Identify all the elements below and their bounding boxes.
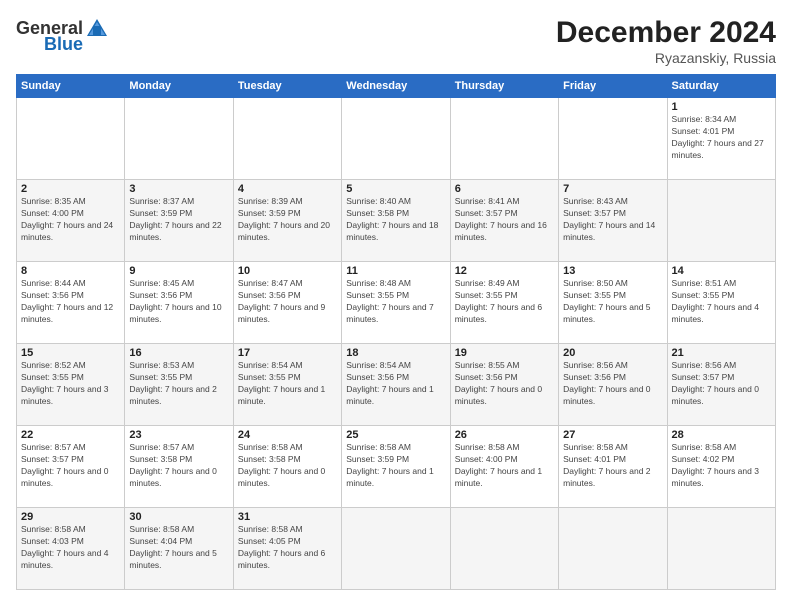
table-row: 24Sunrise: 8:58 AMSunset: 3:58 PMDayligh… (233, 426, 341, 508)
table-row: 14Sunrise: 8:51 AMSunset: 3:55 PMDayligh… (667, 262, 775, 344)
calendar-table: Sunday Monday Tuesday Wednesday Thursday… (16, 74, 776, 590)
table-row: 19Sunrise: 8:55 AMSunset: 3:56 PMDayligh… (450, 344, 558, 426)
table-row: 5Sunrise: 8:40 AMSunset: 3:58 PMDaylight… (342, 180, 450, 262)
logo: General Blue (16, 16, 111, 55)
table-row: 23Sunrise: 8:57 AMSunset: 3:58 PMDayligh… (125, 426, 233, 508)
table-row: 2Sunrise: 8:35 AMSunset: 4:00 PMDaylight… (17, 180, 125, 262)
col-sunday: Sunday (17, 75, 125, 98)
table-row (450, 508, 558, 590)
table-row: 3Sunrise: 8:37 AMSunset: 3:59 PMDaylight… (125, 180, 233, 262)
empty-cell (233, 98, 341, 180)
logo-icon (85, 16, 109, 40)
table-row: 31Sunrise: 8:58 AMSunset: 4:05 PMDayligh… (233, 508, 341, 590)
col-saturday: Saturday (667, 75, 775, 98)
col-tuesday: Tuesday (233, 75, 341, 98)
table-row: 27Sunrise: 8:58 AMSunset: 4:01 PMDayligh… (559, 426, 667, 508)
table-row (667, 508, 775, 590)
table-row: 29Sunrise: 8:58 AMSunset: 4:03 PMDayligh… (17, 508, 125, 590)
table-row: 25Sunrise: 8:58 AMSunset: 3:59 PMDayligh… (342, 426, 450, 508)
table-row: 20Sunrise: 8:56 AMSunset: 3:56 PMDayligh… (559, 344, 667, 426)
table-row: 1Sunrise: 8:34 AMSunset: 4:01 PMDaylight… (667, 98, 775, 180)
table-row: 9Sunrise: 8:45 AMSunset: 3:56 PMDaylight… (125, 262, 233, 344)
table-row (342, 508, 450, 590)
table-row: 15Sunrise: 8:52 AMSunset: 3:55 PMDayligh… (17, 344, 125, 426)
col-monday: Monday (125, 75, 233, 98)
page: General Blue December 2024 Ryazanskiy, R… (0, 0, 792, 612)
table-row: 6Sunrise: 8:41 AMSunset: 3:57 PMDaylight… (450, 180, 558, 262)
empty-cell (342, 98, 450, 180)
table-row: 16Sunrise: 8:53 AMSunset: 3:55 PMDayligh… (125, 344, 233, 426)
table-row (667, 180, 775, 262)
table-row: 11Sunrise: 8:48 AMSunset: 3:55 PMDayligh… (342, 262, 450, 344)
table-row: 17Sunrise: 8:54 AMSunset: 3:55 PMDayligh… (233, 344, 341, 426)
col-wednesday: Wednesday (342, 75, 450, 98)
empty-cell (559, 98, 667, 180)
table-row: 13Sunrise: 8:50 AMSunset: 3:55 PMDayligh… (559, 262, 667, 344)
table-row: 26Sunrise: 8:58 AMSunset: 4:00 PMDayligh… (450, 426, 558, 508)
table-row: 4Sunrise: 8:39 AMSunset: 3:59 PMDaylight… (233, 180, 341, 262)
logo-blue: Blue (44, 34, 83, 55)
calendar-header-row: Sunday Monday Tuesday Wednesday Thursday… (17, 75, 776, 98)
title-block: December 2024 Ryazanskiy, Russia (556, 16, 776, 66)
empty-cell (17, 98, 125, 180)
table-row: 10Sunrise: 8:47 AMSunset: 3:56 PMDayligh… (233, 262, 341, 344)
table-row: 8Sunrise: 8:44 AMSunset: 3:56 PMDaylight… (17, 262, 125, 344)
month-year: December 2024 (556, 16, 776, 50)
table-row: 21Sunrise: 8:56 AMSunset: 3:57 PMDayligh… (667, 344, 775, 426)
empty-cell (125, 98, 233, 180)
table-row: 12Sunrise: 8:49 AMSunset: 3:55 PMDayligh… (450, 262, 558, 344)
header: General Blue December 2024 Ryazanskiy, R… (16, 16, 776, 66)
table-row: 22Sunrise: 8:57 AMSunset: 3:57 PMDayligh… (17, 426, 125, 508)
col-thursday: Thursday (450, 75, 558, 98)
location: Ryazanskiy, Russia (556, 50, 776, 66)
empty-cell (450, 98, 558, 180)
table-row (559, 508, 667, 590)
table-row: 7Sunrise: 8:43 AMSunset: 3:57 PMDaylight… (559, 180, 667, 262)
col-friday: Friday (559, 75, 667, 98)
table-row: 28Sunrise: 8:58 AMSunset: 4:02 PMDayligh… (667, 426, 775, 508)
table-row: 30Sunrise: 8:58 AMSunset: 4:04 PMDayligh… (125, 508, 233, 590)
table-row: 18Sunrise: 8:54 AMSunset: 3:56 PMDayligh… (342, 344, 450, 426)
